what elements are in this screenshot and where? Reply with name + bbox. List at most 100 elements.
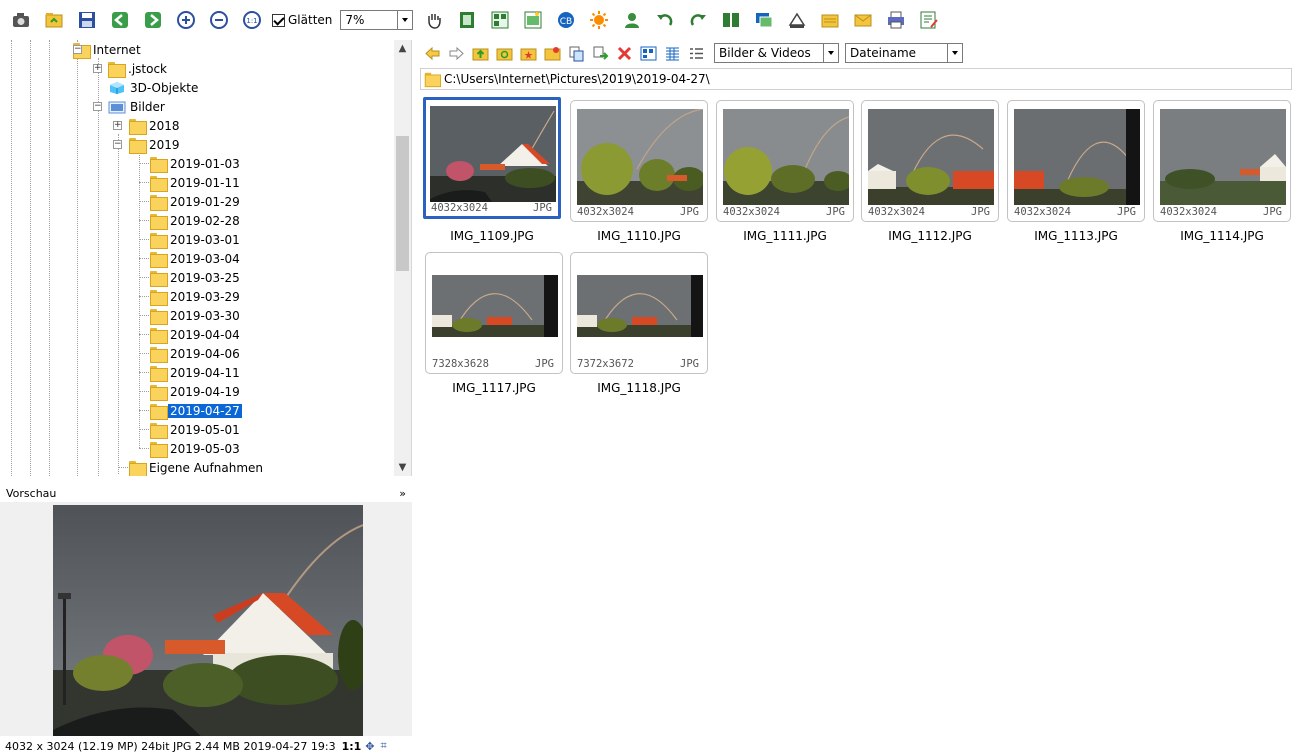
chevron-down-icon[interactable] xyxy=(823,44,838,62)
scrollbar-thumb[interactable] xyxy=(396,136,409,271)
sort-select[interactable]: Dateiname xyxy=(845,43,963,63)
details-view-icon[interactable] xyxy=(662,43,682,63)
tree-item-date-folder[interactable]: 2019-04-19 xyxy=(150,382,240,401)
tree-item-date-folder[interactable]: 2019-03-30 xyxy=(150,306,240,325)
brightness-icon[interactable] xyxy=(586,7,612,33)
thumbnail-filename[interactable]: IMG_1117.JPG xyxy=(425,381,563,395)
checkbox-checked-icon[interactable] xyxy=(272,13,285,27)
thumbnails-view-icon[interactable] xyxy=(487,7,513,33)
thumbnail-dimensions: 4032x3024 xyxy=(868,206,925,218)
image-properties-icon[interactable] xyxy=(520,7,546,33)
folder-up-icon[interactable] xyxy=(470,43,490,63)
new-folder-icon[interactable] xyxy=(542,43,562,63)
collapse-icon[interactable]: − xyxy=(113,140,122,149)
thumbnail-card[interactable]: 4032x3024 JPG xyxy=(423,97,561,219)
tree-item-date-folder[interactable]: 2019-01-11 xyxy=(150,173,240,192)
move-to-icon[interactable] xyxy=(590,43,610,63)
tree-item-2018[interactable]: 2018 xyxy=(129,116,180,135)
thumbnail-card[interactable]: 4032x3024 JPG xyxy=(570,100,708,222)
tree-item-date-folder[interactable]: 2019-03-29 xyxy=(150,287,240,306)
next-file-icon[interactable] xyxy=(140,7,166,33)
forward-arrow-icon[interactable] xyxy=(446,43,466,63)
scale-label[interactable]: 1:1 xyxy=(342,740,362,753)
user-icon[interactable] xyxy=(619,7,645,33)
save-icon[interactable] xyxy=(74,7,100,33)
camera-icon[interactable] xyxy=(8,7,34,33)
list-view-icon[interactable] xyxy=(686,43,706,63)
collapse-chevrons-icon[interactable]: » xyxy=(399,487,406,500)
zoom-select[interactable]: 7% xyxy=(340,10,414,30)
fullscreen-icon[interactable]: ⌗ xyxy=(381,739,387,753)
tree-item-date-folder[interactable]: 2019-01-29 xyxy=(150,192,240,211)
tree-item-2019[interactable]: 2019 xyxy=(129,135,180,154)
collapse-icon[interactable]: − xyxy=(93,102,102,111)
scan-icon[interactable] xyxy=(784,7,810,33)
tree-item-own-recordings[interactable]: Eigene Aufnahmen xyxy=(129,458,263,476)
tree-item-selected-folder[interactable]: 2019-04-27 xyxy=(150,401,242,420)
thumbnail-filename[interactable]: IMG_1113.JPG xyxy=(1007,229,1145,243)
print-icon[interactable] xyxy=(883,7,909,33)
tree-item-jstock[interactable]: .jstock xyxy=(108,59,167,78)
chevron-down-icon[interactable] xyxy=(397,11,413,29)
collapse-icon[interactable]: − xyxy=(73,45,82,54)
thumbnail-filename[interactable]: IMG_1110.JPG xyxy=(570,229,708,243)
file-filter-select[interactable]: Bilder & Videos xyxy=(714,43,839,63)
tree-item-date-folder[interactable]: 2019-04-06 xyxy=(150,344,240,363)
thumbnail-card[interactable]: 4032x3024 JPG xyxy=(716,100,854,222)
copy-to-icon[interactable] xyxy=(566,43,586,63)
thumbnail-filename[interactable]: IMG_1109.JPG xyxy=(423,229,561,243)
tree-item-internet[interactable]: Internet xyxy=(73,40,141,59)
favorites-folder-icon[interactable] xyxy=(518,43,538,63)
edit-icon[interactable] xyxy=(916,7,942,33)
thumbnail-card[interactable]: 7372x3672 JPG xyxy=(570,252,708,374)
color-balance-icon[interactable]: CB xyxy=(553,7,579,33)
back-arrow-icon[interactable] xyxy=(422,43,442,63)
expand-icon[interactable]: + xyxy=(93,64,102,73)
thumbnail-filename[interactable]: IMG_1112.JPG xyxy=(861,229,999,243)
email-icon[interactable] xyxy=(850,7,876,33)
chevron-up-icon[interactable]: ▲ xyxy=(394,40,411,57)
hand-tool-icon[interactable] xyxy=(421,7,447,33)
tree-item-label: 2019-05-03 xyxy=(170,441,240,456)
thumbnail-filename[interactable]: IMG_1118.JPG xyxy=(570,381,708,395)
tree-item-date-folder[interactable]: 2019-03-25 xyxy=(150,268,240,287)
previous-file-icon[interactable] xyxy=(107,7,133,33)
batch-icon[interactable] xyxy=(817,7,843,33)
compare-icon[interactable] xyxy=(718,7,744,33)
original-size-icon[interactable]: 1:1 xyxy=(239,7,265,33)
tree-item-date-folder[interactable]: 2019-03-01 xyxy=(150,230,240,249)
tree-item-date-folder[interactable]: 2019-05-01 xyxy=(150,420,240,439)
thumbnail-card[interactable]: 4032x3024 JPG xyxy=(1153,100,1291,222)
tree-item-date-folder[interactable]: 2019-04-04 xyxy=(150,325,240,344)
thumbnail-card[interactable]: 7328x3628 JPG xyxy=(425,252,563,374)
address-bar[interactable]: C:\Users\Internet\Pictures\2019\2019-04-… xyxy=(420,68,1292,90)
tree-item-3d-objects[interactable]: 3D-Objekte xyxy=(108,78,198,97)
thumbnail-filename[interactable]: IMG_1114.JPG xyxy=(1153,229,1291,243)
open-folder-icon[interactable] xyxy=(41,7,67,33)
zoom-in-icon[interactable] xyxy=(173,7,199,33)
thumbnail-filename[interactable]: IMG_1111.JPG xyxy=(716,229,854,243)
thumbnail-view-icon[interactable] xyxy=(638,43,658,63)
delete-icon[interactable] xyxy=(614,43,634,63)
chevron-down-icon[interactable] xyxy=(947,44,962,62)
zoom-out-icon[interactable] xyxy=(206,7,232,33)
thumbnail-card[interactable]: 4032x3024 JPG xyxy=(861,100,999,222)
refresh-folder-icon[interactable] xyxy=(494,43,514,63)
chevron-down-icon[interactable]: ▼ xyxy=(394,459,411,476)
smooth-checkbox[interactable]: Glätten xyxy=(272,13,332,27)
rotate-left-icon[interactable] xyxy=(652,7,678,33)
slideshow-icon[interactable] xyxy=(751,7,777,33)
tree-scrollbar[interactable]: ▲ ▼ xyxy=(394,40,411,476)
tree-item-date-folder[interactable]: 2019-01-03 xyxy=(150,154,240,173)
fit-icon[interactable]: ✥ xyxy=(365,740,374,753)
tree-item-date-folder[interactable]: 2019-05-03 xyxy=(150,439,240,458)
expand-icon[interactable]: + xyxy=(113,121,122,130)
tree-item-date-folder[interactable]: 2019-03-04 xyxy=(150,249,240,268)
thumbnail-card[interactable]: 4032x3024 JPG xyxy=(1007,100,1145,222)
filmstrip-icon[interactable] xyxy=(454,7,480,33)
tree-item-date-folder[interactable]: 2019-04-11 xyxy=(150,363,240,382)
tree-item-pictures[interactable]: Bilder xyxy=(108,97,165,116)
folder-tree[interactable]: Internet − .jstock + 3D-Objekte Bilder −… xyxy=(0,40,412,476)
tree-item-date-folder[interactable]: 2019-02-28 xyxy=(150,211,240,230)
rotate-right-icon[interactable] xyxy=(685,7,711,33)
